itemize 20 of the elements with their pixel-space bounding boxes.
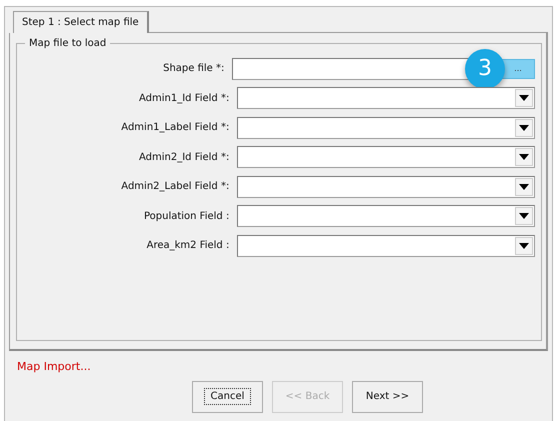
field-label: Area_km2 Field : (146, 239, 230, 254)
dropdown-field[interactable] (237, 116, 535, 139)
field-label: Admin1_Label Field *: (120, 121, 230, 136)
dropdown-field[interactable] (237, 87, 535, 110)
field-label: Population Field : (142, 210, 230, 224)
step-number-tooltip: 3 (465, 48, 505, 89)
browse-button[interactable]: ... (501, 58, 535, 79)
wizard-button[interactable]: Next >> (352, 380, 423, 412)
dropdown-field[interactable] (237, 176, 535, 198)
tab[interactable]: Step 1 : Select map file (13, 11, 149, 33)
field-label: Admin1_Id Field *: (138, 92, 230, 106)
group-title: Map file to load (25, 36, 110, 51)
dropdown-field[interactable] (237, 205, 535, 228)
dropdown-field[interactable] (237, 146, 535, 168)
status-text: Map Import... (17, 359, 92, 375)
field-label: Admin2_Id Field *: (138, 150, 230, 165)
field-label: Admin2_Label Field *: (120, 180, 230, 194)
wizard-button[interactable]: Cancel (192, 380, 263, 412)
dropdown-field[interactable] (237, 234, 535, 257)
field-label: Shape file *: (162, 62, 226, 76)
